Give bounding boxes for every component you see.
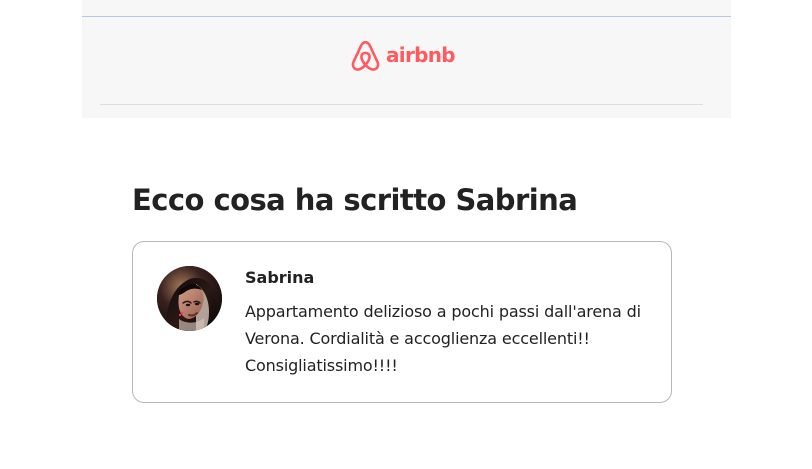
review-text: Appartamento delizioso a pochi passi dal… [245, 302, 641, 375]
reviewer-name: Sabrina [245, 268, 315, 287]
email-content: airbnb Ecco cosa ha scritto Sabrina Sabr… [82, 0, 731, 469]
airbnb-wordmark: airbnb [386, 42, 456, 67]
airbnb-logo: airbnb [350, 37, 456, 73]
email-header: airbnb [82, 0, 731, 118]
review-card: Sabrina Appartamento delizioso a pochi p… [132, 241, 672, 403]
top-divider [82, 16, 731, 17]
reviewer-avatar [157, 266, 222, 331]
review-title: Ecco cosa ha scritto Sabrina [132, 183, 578, 217]
header-divider [100, 104, 703, 105]
airbnb-logo-icon [351, 40, 380, 71]
profile-photo [157, 266, 222, 331]
